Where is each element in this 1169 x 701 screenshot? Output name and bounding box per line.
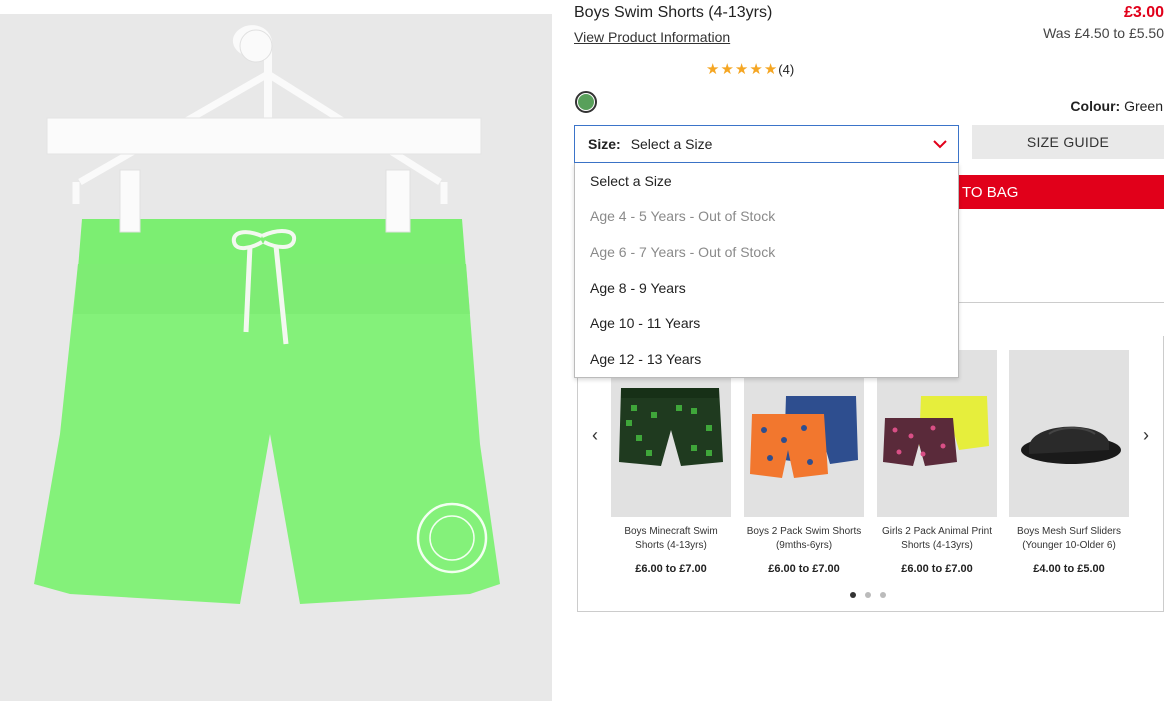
swatch-dot [578, 94, 594, 110]
colour-swatch-green[interactable] [575, 91, 597, 113]
product-title: Boys Swim Shorts (4-13yrs) [574, 4, 773, 21]
product-card-name: Boys 2 Pack Swim Shorts [746, 526, 862, 537]
product-card-name: Shorts (4-13yrs) [635, 540, 707, 551]
star-icon: ★ [734, 61, 749, 78]
was-price: Was £4.50 to £5.50 [1043, 25, 1164, 41]
colour-label: Colour: Green [1070, 98, 1163, 114]
product-card-name: Boys Mesh Surf Sliders [1017, 526, 1121, 537]
product-card-name: (Younger 10-Older 6) [1022, 540, 1116, 551]
star-icon: ★ [763, 61, 778, 78]
carousel-pagination [850, 592, 886, 598]
product-card-price: £6.00 to £7.00 [635, 563, 707, 575]
product-card-name: (9mths-6yrs) [775, 540, 833, 551]
size-option[interactable]: Age 8 - 9 Years [575, 270, 958, 306]
colour-value: Green [1124, 98, 1163, 114]
product-card[interactable]: Boys 2 Pack Swim Shorts (9mths-6yrs) £6.… [744, 350, 864, 575]
star-icon: ★ [720, 61, 734, 78]
chevron-down-icon [933, 140, 947, 149]
size-option[interactable]: Age 10 - 11 Years [575, 305, 958, 341]
product-image [0, 14, 552, 701]
size-option[interactable]: Age 6 - 7 Years - Out of Stock [575, 234, 958, 270]
product-card-price: £6.00 to £7.00 [901, 563, 973, 575]
carousel-dot[interactable] [850, 592, 856, 598]
product-card-name: Boys Minecraft Swim [624, 526, 718, 537]
current-price: £3.00 [1123, 4, 1164, 21]
star-icon: ★ [706, 61, 720, 78]
product-card-image [1009, 350, 1129, 517]
chevron-right-icon[interactable]: › [1139, 425, 1153, 446]
product-card[interactable]: Boys Mesh Surf Sliders (Younger 10-Older… [1009, 350, 1129, 575]
size-dropdown-list: Select a Size Age 4 - 5 Years - Out of S… [574, 163, 959, 378]
product-card-name: Girls 2 Pack Animal Print [881, 526, 993, 537]
product-card[interactable]: Boys Minecraft Swim Shorts (4-13yrs) £6.… [611, 350, 731, 575]
product-card-name: Shorts (4-13yrs) [901, 540, 973, 551]
carousel-dot[interactable] [880, 592, 886, 598]
size-option[interactable]: Age 12 - 13 Years [575, 341, 958, 377]
size-select-label: Size: [588, 136, 621, 152]
star-icon: ★ [749, 61, 763, 78]
product-card-price: £4.00 to £5.00 [1033, 563, 1105, 575]
product-card[interactable]: Girls 2 Pack Animal Print Shorts (4-13yr… [877, 350, 997, 575]
size-option[interactable]: Age 4 - 5 Years - Out of Stock [575, 199, 958, 235]
rating[interactable]: ★ ★ ★ ★ ★ (4) [706, 62, 794, 77]
size-select-value: Select a Size [630, 136, 713, 152]
size-guide-button[interactable]: SIZE GUIDE [972, 125, 1164, 159]
carousel-dot[interactable] [865, 592, 871, 598]
colour-label-key: Colour: [1070, 98, 1121, 114]
chevron-left-icon[interactable]: ‹ [588, 425, 602, 446]
divider [958, 302, 1164, 303]
product-card-price: £6.00 to £7.00 [768, 563, 840, 575]
rating-count: (4) [778, 62, 795, 77]
size-option[interactable]: Select a Size [575, 163, 958, 199]
view-product-information-link[interactable]: View Product Information [574, 29, 730, 45]
size-select[interactable]: Size: Select a Size [574, 125, 959, 163]
